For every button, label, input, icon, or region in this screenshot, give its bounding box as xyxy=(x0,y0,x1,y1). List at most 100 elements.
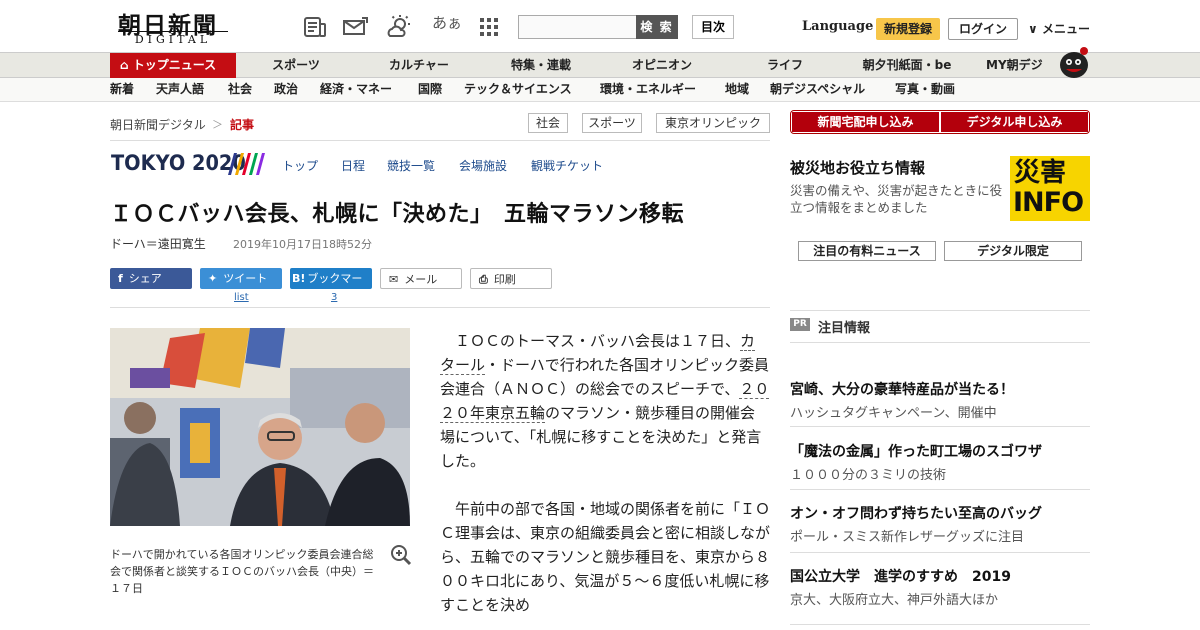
tag-society[interactable]: 社会 xyxy=(528,113,568,133)
font-size-label[interactable]: あぁ xyxy=(432,12,462,33)
pr-item-subtitle[interactable]: ポール・スミス新作レザーグッズに注目 xyxy=(790,526,1024,545)
pr-item-divider xyxy=(790,489,1090,490)
toc-button[interactable]: 目次 xyxy=(692,15,734,39)
tag-tokyo-olympics[interactable]: 東京オリンピック xyxy=(656,113,770,133)
breadcrumb-divider xyxy=(110,140,770,141)
nav2-politics[interactable]: 政治 xyxy=(274,78,298,101)
pr-item-title[interactable]: 「魔法の金属」作った町工場のスゴワザ xyxy=(790,441,1042,461)
home-icon: ⌂ xyxy=(120,58,129,72)
newspaper-icon[interactable] xyxy=(302,14,328,40)
nav2-international[interactable]: 国際 xyxy=(418,78,442,101)
language-link[interactable]: Language xyxy=(802,19,873,34)
disaster-badge-kanji: 災害 xyxy=(1014,158,1067,188)
login-button[interactable]: ログイン xyxy=(948,18,1018,40)
mail-icon[interactable] xyxy=(342,14,368,40)
article-date: 2019年10月17日18時52分 xyxy=(233,238,372,251)
tokyo-stripe xyxy=(235,153,244,175)
pr-item-title[interactable]: 国公立大学 進学のすすめ 2019 xyxy=(790,566,1011,586)
tab-digital-only[interactable]: デジタル限定 xyxy=(944,241,1082,261)
weather-icon[interactable] xyxy=(386,14,412,40)
nav-top-news[interactable]: ⌂ トップニュース xyxy=(110,53,236,78)
disaster-info-title[interactable]: 被災地お役立ち情報 xyxy=(790,157,925,178)
nav-culture[interactable]: カルチャー xyxy=(356,53,482,78)
search-input[interactable] xyxy=(518,15,636,39)
pr-item-title[interactable]: オン・オフ問わず持ちたい至高のバッグ xyxy=(790,503,1042,523)
photo-caption: ドーハで開かれている各国オリンピック委員会連合総会で関係者と談笑するＩＯＣのバッ… xyxy=(110,548,374,595)
nav2-society[interactable]: 社会 xyxy=(228,78,252,101)
menu-label: メニュー xyxy=(1041,22,1090,36)
tweet-button[interactable]: ✦ ツイート xyxy=(200,268,282,289)
secondary-nav: 新着 天声人語 社会 政治 経済・マネー 国際 テック＆サイエンス 環境・エネル… xyxy=(0,78,1200,102)
digital-subscribe-button[interactable]: デジタル申し込み xyxy=(941,112,1088,132)
pr-item-title[interactable]: 宮崎、大分の豪華特産品が当たる！ xyxy=(790,379,1014,399)
breadcrumb-home[interactable]: 朝日新聞デジタル xyxy=(110,116,206,133)
mail-share-button[interactable]: ✉ メール xyxy=(380,268,462,289)
pr-title-divider xyxy=(790,342,1090,343)
pr-item-divider xyxy=(790,552,1090,553)
nav-life[interactable]: ライフ xyxy=(724,53,846,78)
print-label: 印刷 xyxy=(493,273,516,286)
nav2-photo-video[interactable]: 写真・動画 xyxy=(895,78,955,101)
pr-badge: PR xyxy=(790,318,810,331)
tokyo-stripe xyxy=(249,153,258,175)
facebook-share-label: シェア xyxy=(128,272,162,285)
tokyo-link-schedule[interactable]: 日程 xyxy=(341,157,365,174)
article-paragraph-2: 午前中の部で各国・地域の関係者を前に「ＩＯＣ理事会は、東京の組織委員会と密に相談… xyxy=(440,500,770,614)
tokyo-stripe xyxy=(256,153,265,175)
pr-item-subtitle[interactable]: ハッシュタグキャンペーン、開催中 xyxy=(790,402,997,421)
pr-section-title: 注目情報 xyxy=(818,321,871,336)
nav2-region[interactable]: 地域 xyxy=(725,78,749,101)
nav2-new[interactable]: 新着 xyxy=(110,78,134,101)
nav2-economy[interactable]: 経済・マネー xyxy=(320,78,392,101)
nav2-environment[interactable]: 環境・エネルギー xyxy=(600,78,696,101)
zoom-icon[interactable] xyxy=(390,544,412,566)
paragraph-1-text-b: ・ドーハで行われた各国オリンピック委員会連合（ＡＮＯＣ）の総会でのスピーチで、 xyxy=(440,356,769,398)
tokyo2020-logo[interactable]: TOKYO 2020 xyxy=(111,151,246,175)
article-byline: ドーハ＝遠田寛生 xyxy=(110,237,206,251)
grid-menu-icon[interactable] xyxy=(476,14,502,40)
tokyo-link-top[interactable]: トップ xyxy=(282,157,318,174)
logo-digital[interactable]: DIGITAL xyxy=(118,31,228,46)
tokyo-link-venues[interactable]: 会場施設 xyxy=(459,157,507,174)
tokyo-stripe xyxy=(242,153,251,175)
twitter-icon: ✦ xyxy=(208,272,218,285)
tweet-count[interactable]: list xyxy=(234,292,249,303)
article-photo[interactable] xyxy=(110,328,410,526)
nav-opinion[interactable]: オピニオン xyxy=(600,53,724,78)
disaster-info-badge[interactable]: 災害 INFO xyxy=(1010,156,1090,221)
tokyo-stripe xyxy=(228,153,237,175)
pr-top-divider xyxy=(790,310,1090,311)
nav-paper[interactable]: 朝夕刊紙面・be xyxy=(846,53,968,78)
pr-item-subtitle[interactable]: 京大、大阪府立大、神戸外語大ほか xyxy=(790,589,998,608)
nav-features[interactable]: 特集・連載 xyxy=(482,53,600,78)
subscribe-buttons: 新聞宅配申し込み デジタル申し込み xyxy=(790,110,1090,134)
article-paragraph-1: ＩＯＣのトーマス・バッハ会長は１７日、カタール・ドーハで行われた各国オリンピック… xyxy=(440,329,770,473)
paragraph-1-text-a: ＩＯＣのトーマス・バッハ会長は１７日、 xyxy=(455,332,741,350)
disaster-info-description[interactable]: 災害の備えや、災害が起きたときに役立つ情報をまとめました xyxy=(790,182,1004,216)
nav2-tech[interactable]: テック＆サイエンス xyxy=(464,78,572,101)
nav2-special[interactable]: 朝デジスペシャル xyxy=(770,78,865,101)
facebook-share-button[interactable]: f シェア xyxy=(110,268,192,289)
tokyo-link-tickets[interactable]: 観戦チケット xyxy=(531,157,603,174)
tab-paid-news[interactable]: 注目の有料ニュース xyxy=(798,241,936,261)
nav-sports[interactable]: スポーツ xyxy=(236,53,356,78)
tag-sports[interactable]: スポーツ xyxy=(582,113,642,133)
nav2-tenseijingo[interactable]: 天声人語 xyxy=(156,78,204,101)
site-header: 朝日新聞 DIGITAL あぁ 検 索 目次 Language 新規登録 ログイ… xyxy=(0,0,1200,52)
print-button[interactable]: ⎙ 印刷 xyxy=(470,268,552,289)
breadcrumb-separator: ＞ xyxy=(212,118,223,131)
chevron-down-icon: ∨ xyxy=(1028,22,1038,36)
breadcrumb-current: 記事 xyxy=(230,118,255,132)
pr-item-subtitle[interactable]: １０００分の３ミリの技術 xyxy=(790,464,946,483)
printer-icon: ⎙ xyxy=(479,273,488,286)
search-button[interactable]: 検 索 xyxy=(636,15,678,39)
menu-button[interactable]: ∨ メニュー xyxy=(1028,20,1090,37)
signup-button[interactable]: 新規登録 xyxy=(876,18,940,40)
envelope-icon: ✉ xyxy=(389,273,399,286)
tokyo-link-events[interactable]: 競技一覧 xyxy=(387,157,435,174)
bookmark-count[interactable]: 3 xyxy=(331,292,337,303)
newspaper-delivery-button[interactable]: 新聞宅配申し込み xyxy=(792,112,939,132)
hatena-bookmark-button[interactable]: B! ブックマーク xyxy=(290,268,372,306)
tokyo2020-stripes-icon xyxy=(228,153,265,175)
mascot-icon xyxy=(1060,47,1088,78)
